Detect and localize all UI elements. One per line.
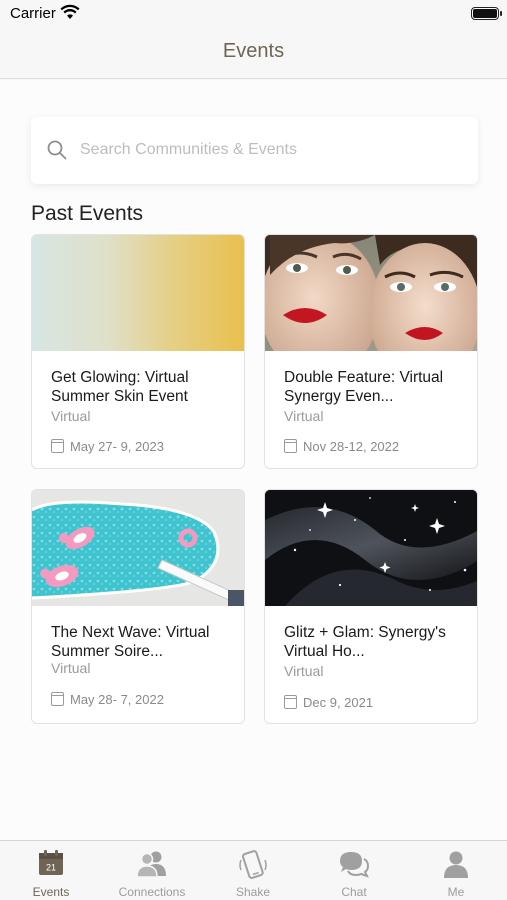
tab-connections[interactable]: Connections xyxy=(102,841,202,900)
event-date-row: May 28- 7, 2022 xyxy=(51,692,164,707)
status-bar: Carrier xyxy=(0,0,507,30)
event-date-row: May 27- 9, 2023 xyxy=(51,439,164,454)
event-date-row: Dec 9, 2021 xyxy=(284,695,373,710)
event-title: Double Feature: Virtual Synergy Even... xyxy=(284,369,444,405)
person-icon xyxy=(442,850,470,883)
event-date: Nov 28-12, 2022 xyxy=(303,439,400,454)
tab-shake[interactable]: Shake xyxy=(203,841,303,900)
wifi-icon xyxy=(60,4,80,25)
tab-label: Connections xyxy=(118,885,186,899)
section-title-past-events: Past Events xyxy=(31,202,144,225)
calendar-icon xyxy=(51,692,64,706)
event-venue: Virtual xyxy=(51,660,91,676)
nav-bar: Events xyxy=(0,30,507,79)
event-venue: Virtual xyxy=(51,408,91,424)
search-bar[interactable] xyxy=(31,117,478,184)
calendar-icon xyxy=(51,439,64,453)
tab-me[interactable]: Me xyxy=(406,841,506,900)
event-image-sparkle xyxy=(265,490,477,606)
event-image-two-faces xyxy=(265,235,477,351)
event-card[interactable]: The Next Wave: Virtual Summer Soire... V… xyxy=(31,489,245,724)
event-title: Glitz + Glam: Synergy's Virtual Ho... xyxy=(284,624,446,660)
carrier-label: Carrier xyxy=(10,5,56,22)
calendar-icon xyxy=(284,695,297,709)
tab-label: Me xyxy=(447,885,465,899)
event-image-gradient xyxy=(32,235,244,351)
tab-label: Events xyxy=(32,885,70,899)
calendar-icon: 21 xyxy=(38,850,64,881)
people-icon xyxy=(136,850,168,883)
event-venue: Virtual xyxy=(284,663,324,679)
search-input[interactable] xyxy=(80,137,460,163)
battery-icon xyxy=(471,7,502,20)
event-image-pool xyxy=(32,490,244,606)
event-title: The Next Wave: Virtual Summer Soire... xyxy=(51,624,210,660)
content-area: Past Events Get Glowing: Virtual Summer … xyxy=(0,80,507,840)
tab-chat[interactable]: Chat xyxy=(304,841,404,900)
calendar-icon xyxy=(284,439,297,453)
event-title: Get Glowing: Virtual Summer Skin Event xyxy=(51,369,189,405)
event-card[interactable]: Get Glowing: Virtual Summer Skin Event V… xyxy=(31,234,245,469)
chat-bubbles-icon xyxy=(338,850,370,883)
event-date: May 27- 9, 2023 xyxy=(70,439,164,454)
search-icon xyxy=(47,140,67,165)
event-card[interactable]: Double Feature: Virtual Synergy Even... … xyxy=(264,234,478,469)
calendar-badge: 21 xyxy=(46,863,56,873)
event-date: Dec 9, 2021 xyxy=(303,695,374,710)
event-card[interactable]: Glitz + Glam: Synergy's Virtual Ho... Vi… xyxy=(264,489,478,724)
event-date-row: Nov 28-12, 2022 xyxy=(284,439,399,454)
page-title: Events xyxy=(222,40,285,62)
tab-label: Chat xyxy=(341,885,367,899)
tab-events[interactable]: 21 Events xyxy=(1,841,101,900)
phone-shake-icon xyxy=(238,850,268,885)
event-date: May 28- 7, 2022 xyxy=(70,692,164,707)
tab-label: Shake xyxy=(235,885,271,899)
tab-bar: 21 Events Connections Shake Chat Me xyxy=(0,840,507,900)
event-venue: Virtual xyxy=(284,408,324,424)
